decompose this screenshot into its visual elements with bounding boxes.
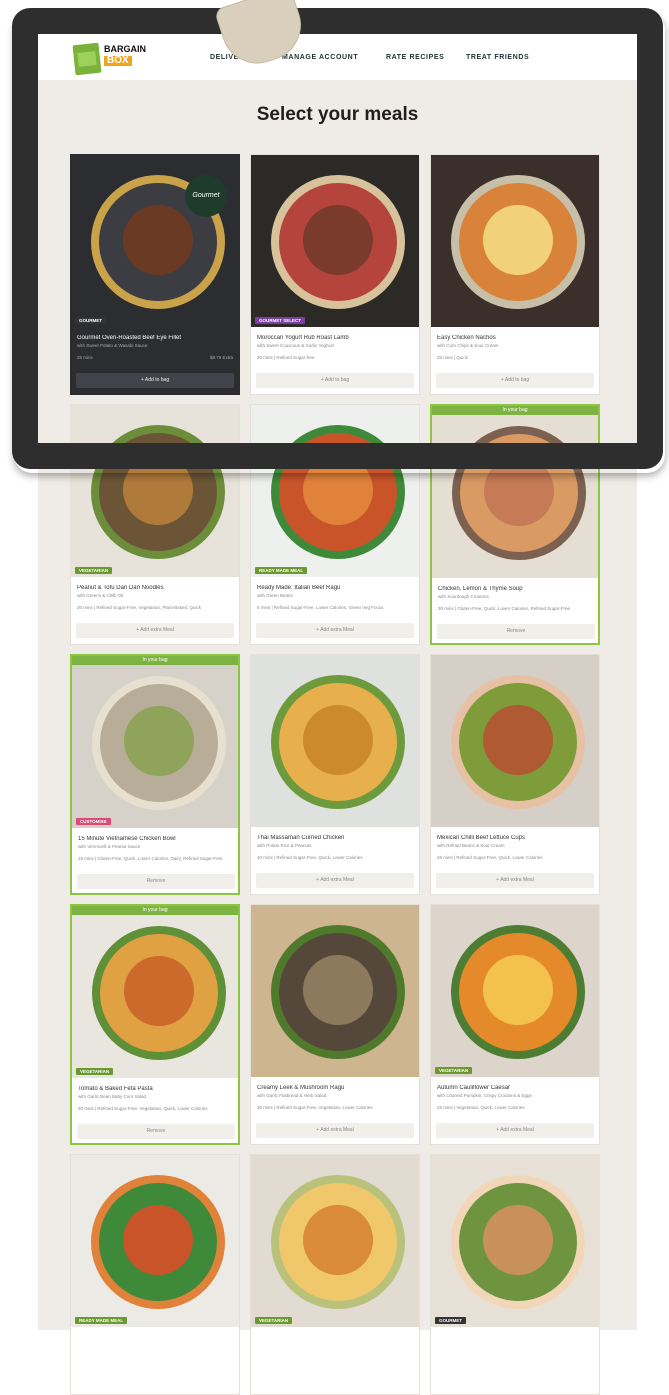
meal-food-shape bbox=[124, 956, 194, 1026]
remove-meal-button[interactable]: Remove bbox=[77, 874, 235, 889]
meal-food-shape bbox=[483, 705, 553, 775]
meal-subtitle: with Garlic Flatbread & Herb Salad bbox=[257, 1093, 327, 1098]
meal-food-shape bbox=[483, 955, 553, 1025]
meal-subtitle: with Potato Rice & Peanuts bbox=[257, 843, 312, 848]
meal-card[interactable]: In your bag CUSTOMISE 15 Minute Vietnamese… bbox=[70, 654, 240, 895]
meal-meta: 5 mins | Refined Sugar-Free, Lower Calor… bbox=[257, 605, 384, 610]
meal-meta: 25 mins | Vegetarian, Quick, Lower Calor… bbox=[437, 1105, 525, 1110]
meal-photo[interactable] bbox=[71, 1155, 239, 1327]
meal-food-shape bbox=[123, 1205, 193, 1275]
meal-card[interactable]: In your bag VEGETARIAN Tomato & Baked Feta… bbox=[70, 904, 240, 1145]
meal-tag-badge: CUSTOMISE bbox=[76, 818, 111, 825]
meal-tag-badge: GOURMET bbox=[435, 1317, 466, 1324]
meal-food-shape bbox=[483, 1205, 553, 1275]
meal-photo[interactable] bbox=[251, 655, 419, 827]
meal-food-shape bbox=[303, 955, 373, 1025]
meal-name: Ready Made: Italian Beef Ragu bbox=[257, 585, 341, 591]
meal-photo[interactable] bbox=[431, 1155, 599, 1327]
meal-card[interactable]: READY MADE MEAL bbox=[70, 1154, 240, 1395]
meal-meta: 40 mins | Refined Sugar-Free, Quick, Low… bbox=[257, 855, 363, 860]
add-meal-button[interactable]: + Add extra Meal bbox=[76, 623, 234, 638]
meal-tag-badge: READY MADE MEAL bbox=[75, 1317, 128, 1324]
meal-subtitle: with Vermicelli & Peanut Sauce bbox=[78, 844, 141, 849]
meal-subtitle: with Greens & Chilli Oil bbox=[77, 593, 124, 598]
in-bag-banner: In your bag bbox=[72, 906, 238, 915]
add-meal-button[interactable]: + Add extra Meal bbox=[436, 1123, 594, 1138]
meal-photo[interactable] bbox=[251, 1155, 419, 1327]
meal-food-shape bbox=[124, 706, 194, 776]
remove-meal-button[interactable]: Remove bbox=[437, 624, 595, 639]
meal-photo[interactable] bbox=[72, 906, 238, 1078]
meal-food-shape bbox=[303, 1205, 373, 1275]
meal-photo[interactable] bbox=[431, 905, 599, 1077]
meal-name: Tomato & Baked Feta Pasta bbox=[78, 1086, 153, 1092]
meal-meta: 30 mins | Refined Sugar-Free, Vegetarian… bbox=[77, 605, 201, 610]
meal-meta: 30 mins | Refined Sugar-Free, Vegetarian… bbox=[78, 1106, 208, 1111]
meal-subtitle: with Sourdough Croutons bbox=[438, 594, 489, 599]
meal-tag-badge: VEGETARIAN bbox=[75, 567, 113, 574]
meal-photo[interactable] bbox=[72, 656, 238, 828]
meal-meta: 15 mins | Gluten-Free, Quick, Lower Calo… bbox=[78, 856, 223, 861]
meal-tag-badge: VEGETARIAN bbox=[76, 1068, 114, 1075]
meal-name: Creamy Leek & Mushroom Ragu bbox=[257, 1085, 345, 1091]
meal-food-shape bbox=[303, 705, 373, 775]
meal-subtitle: with Refried Beans & Sour Cream bbox=[437, 843, 505, 848]
add-meal-button[interactable]: + Add extra Meal bbox=[256, 873, 414, 888]
meal-name: Chicken, Lemon & Thyme Soup bbox=[438, 586, 523, 592]
meal-name: Thai Massaman Curried Chicken bbox=[257, 835, 345, 841]
meal-tag-badge: READY MADE MEAL bbox=[255, 567, 308, 574]
meal-subtitle: with Green Beans bbox=[257, 593, 293, 598]
meal-card[interactable]: Creamy Leek & Mushroom Ragu with Garlic F… bbox=[250, 904, 420, 1145]
meal-name: Peanut & Tofu Dan Dan Noodles bbox=[77, 585, 164, 591]
remove-meal-button[interactable]: Remove bbox=[77, 1124, 235, 1139]
add-meal-button[interactable]: + Add extra Meal bbox=[436, 873, 594, 888]
meal-photo[interactable] bbox=[431, 655, 599, 827]
meal-card[interactable]: Thai Massaman Curried Chicken with Potato… bbox=[250, 654, 420, 895]
meal-card[interactable]: GOURMET bbox=[430, 1154, 600, 1395]
meal-card[interactable]: VEGETARIAN Autumn Cauliflower Caesar with … bbox=[430, 904, 600, 1145]
meal-tag-badge: VEGETARIAN bbox=[255, 1317, 293, 1324]
meal-photo[interactable] bbox=[251, 905, 419, 1077]
meal-meta: 25 mins | Refined Sugar-Free, Quick, Low… bbox=[437, 855, 543, 860]
add-meal-button[interactable]: + Add extra Meal bbox=[256, 1123, 414, 1138]
meal-name: 15 Minute Vietnamese Chicken Bowl bbox=[78, 836, 176, 842]
in-bag-banner: In your bag bbox=[72, 656, 238, 665]
meal-card[interactable]: VEGETARIAN bbox=[250, 1154, 420, 1395]
meal-tag-badge: VEGETARIAN bbox=[435, 1067, 473, 1074]
device-frame-shadow bbox=[14, 12, 665, 473]
meal-subtitle: with Garlic Bean Baby Corn Salad bbox=[78, 1094, 147, 1099]
add-meal-button[interactable]: + Add extra Meal bbox=[256, 623, 414, 638]
meal-card[interactable]: Mexican Chilli Beef Lettuce Cups with Ref… bbox=[430, 654, 600, 895]
meal-meta: 30 mins | Gluten-Free, Quick, Lower Calo… bbox=[438, 606, 570, 611]
meal-name: Mexican Chilli Beef Lettuce Cups bbox=[437, 835, 526, 841]
meal-name: Autumn Cauliflower Caesar bbox=[437, 1085, 511, 1091]
meal-meta: 30 mins | Refined Sugar-Free, Vegetarian… bbox=[257, 1105, 373, 1110]
meal-subtitle: with Charred Pumpkin, Crispy Croutons & … bbox=[437, 1093, 532, 1098]
